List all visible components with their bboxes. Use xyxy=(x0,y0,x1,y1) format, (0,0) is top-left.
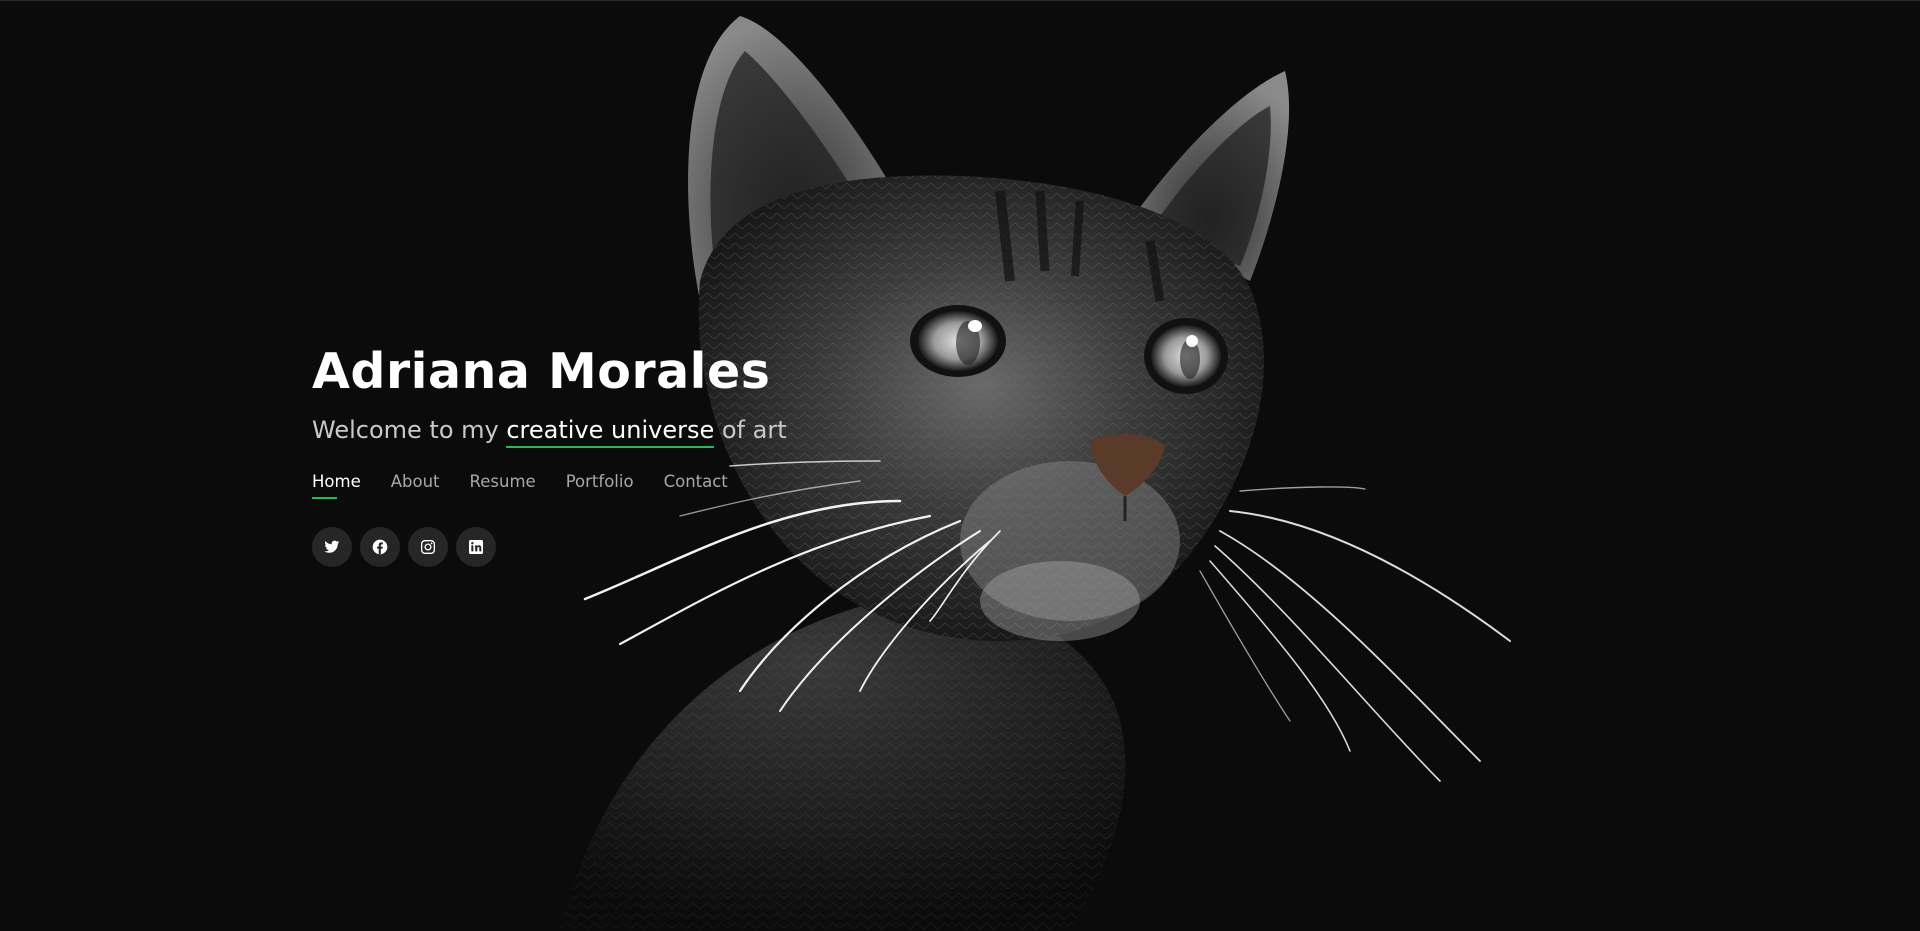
linkedin-icon xyxy=(469,540,483,554)
tagline-highlight: creative universe xyxy=(506,414,715,448)
nav-item-portfolio[interactable]: Portfolio xyxy=(566,472,634,499)
nav-item-home[interactable]: Home xyxy=(312,472,361,499)
nav-item-resume[interactable]: Resume xyxy=(470,472,536,499)
main-nav: Home About Resume Portfolio Contact xyxy=(312,472,787,499)
hero-title: Adriana Morales xyxy=(312,343,771,400)
hero-content: Adriana Morales Welcome to my creative u… xyxy=(312,341,787,567)
nav-item-about[interactable]: About xyxy=(391,472,440,499)
instagram-icon xyxy=(421,540,435,554)
linkedin-link[interactable] xyxy=(456,527,496,567)
social-links xyxy=(312,527,787,567)
twitter-link[interactable] xyxy=(312,527,352,567)
nav-item-contact[interactable]: Contact xyxy=(664,472,728,499)
facebook-icon xyxy=(372,539,388,555)
twitter-icon xyxy=(324,540,340,553)
facebook-link[interactable] xyxy=(360,527,400,567)
instagram-link[interactable] xyxy=(408,527,448,567)
tagline-suffix: of art xyxy=(714,416,787,444)
hero-section: Adriana Morales Welcome to my creative u… xyxy=(0,0,1920,931)
hero-tagline: Welcome to my creative universe of art xyxy=(312,413,787,448)
cat-background-image xyxy=(0,1,1920,931)
tagline-prefix: Welcome to my xyxy=(312,416,507,444)
